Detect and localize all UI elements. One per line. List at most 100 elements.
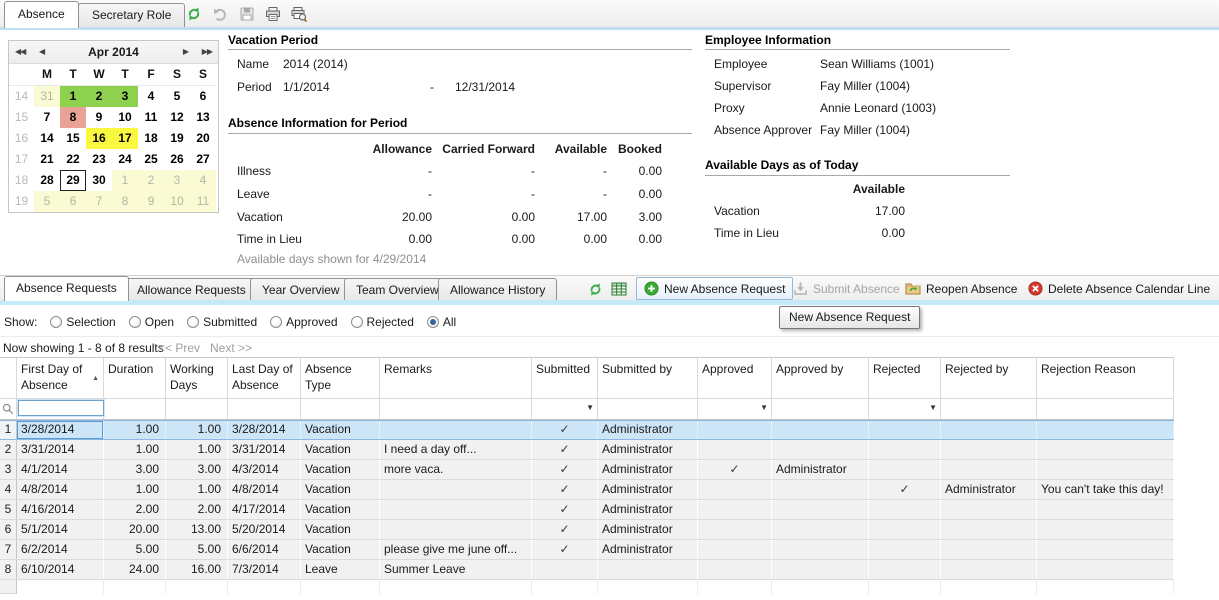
calendar-day[interactable]: 10 <box>112 107 138 128</box>
calendar-day[interactable]: 10 <box>164 191 190 212</box>
radio-rejected[interactable]: Rejected <box>351 315 414 329</box>
print-icon[interactable] <box>264 5 282 23</box>
delete-absence-line-button[interactable]: Delete Absence Calendar Line <box>1028 278 1210 299</box>
table-cell[interactable] <box>1037 421 1174 439</box>
table-cell[interactable]: 3/28/2014 <box>228 421 301 439</box>
row-number[interactable]: 2 <box>0 440 17 459</box>
table-cell[interactable] <box>941 440 1037 459</box>
table-cell[interactable]: 4/3/2014 <box>228 460 301 479</box>
table-cell[interactable] <box>380 520 532 539</box>
table-cell[interactable]: 24.00 <box>104 560 166 579</box>
table-cell[interactable] <box>772 520 869 539</box>
table-cell[interactable]: You can't take this day! <box>1037 480 1174 499</box>
calendar-last-icon[interactable]: ▶▶ <box>198 41 216 63</box>
filter-approved-by-cell[interactable] <box>772 399 869 419</box>
calendar-day[interactable]: 2 <box>86 86 112 107</box>
reopen-absence-button[interactable]: Reopen Absence <box>905 278 1017 299</box>
table-cell[interactable]: 20.00 <box>104 520 166 539</box>
column-header-rejected-by[interactable]: Rejected by <box>941 358 1037 398</box>
tab-year-overview[interactable]: Year Overview <box>250 278 352 301</box>
table-cell[interactable] <box>941 540 1037 559</box>
table-cell[interactable] <box>772 500 869 519</box>
calendar-day[interactable]: 7 <box>34 107 60 128</box>
table-row[interactable]: 65/1/201420.0013.005/20/2014Vacation✓Adm… <box>0 520 1174 540</box>
table-cell[interactable] <box>698 520 772 539</box>
table-cell[interactable]: Administrator <box>941 480 1037 499</box>
calendar-day[interactable]: 4 <box>190 170 216 191</box>
calendar-next-icon[interactable]: ▶ <box>179 41 192 63</box>
calendar-day[interactable]: 7 <box>86 191 112 212</box>
calendar-day[interactable]: 21 <box>34 149 60 170</box>
table-cell[interactable]: 3/28/2014 <box>17 421 104 439</box>
table-cell[interactable] <box>941 500 1037 519</box>
table-cell[interactable]: 3.00 <box>104 460 166 479</box>
table-row[interactable]: 54/16/20142.002.004/17/2014Vacation✓Admi… <box>0 500 1174 520</box>
table-cell[interactable]: Leave <box>301 560 380 579</box>
table-cell[interactable]: ✓ <box>532 500 598 519</box>
table-cell[interactable]: I need a day off... <box>380 440 532 459</box>
radio-open[interactable]: Open <box>129 315 174 329</box>
table-cell[interactable]: 3.00 <box>166 460 228 479</box>
table-cell[interactable]: 6/6/2014 <box>228 540 301 559</box>
table-cell[interactable] <box>598 560 698 579</box>
row-number[interactable]: 5 <box>0 500 17 519</box>
table-cell[interactable]: 3/31/2014 <box>228 440 301 459</box>
table-cell[interactable]: more vaca. <box>380 460 532 479</box>
filter-rejected-cell[interactable]: ▼ <box>869 399 941 419</box>
table-cell[interactable]: 4/8/2014 <box>228 480 301 499</box>
calendar-day[interactable]: 28 <box>34 170 60 191</box>
filter-submitted-cell[interactable]: ▼ <box>532 399 598 419</box>
table-cell[interactable] <box>698 560 772 579</box>
table-cell[interactable]: 13.00 <box>166 520 228 539</box>
column-header-submitted-by[interactable]: Submitted by <box>598 358 698 398</box>
calendar-day[interactable]: 9 <box>138 191 164 212</box>
calendar-day[interactable]: 15 <box>60 128 86 149</box>
table-row[interactable]: 76/2/20145.005.006/6/2014Vacationplease … <box>0 540 1174 560</box>
calendar-day[interactable]: 6 <box>190 86 216 107</box>
filter-rejected-by-cell[interactable] <box>941 399 1037 419</box>
column-header-working-days[interactable]: Working Days <box>166 358 228 398</box>
table-cell[interactable]: Administrator <box>598 520 698 539</box>
filter-submitted-by-cell[interactable] <box>598 399 698 419</box>
table-cell[interactable] <box>869 421 941 439</box>
calendar-day[interactable]: 1 <box>60 86 86 107</box>
table-cell[interactable] <box>869 500 941 519</box>
new-absence-request-button[interactable]: New Absence Request <box>636 277 793 300</box>
table-cell[interactable]: please give me june off... <box>380 540 532 559</box>
filter-last-day-cell[interactable] <box>228 399 301 419</box>
radio-selection[interactable]: Selection <box>50 315 115 329</box>
calendar-day[interactable]: 11 <box>190 191 216 212</box>
table-cell[interactable] <box>869 520 941 539</box>
calendar-day[interactable]: 3 <box>164 170 190 191</box>
table-cell[interactable] <box>941 520 1037 539</box>
table-cell[interactable]: 2.00 <box>104 500 166 519</box>
table-cell[interactable] <box>941 421 1037 439</box>
table-cell[interactable] <box>1037 440 1174 459</box>
column-header-rownum[interactable] <box>0 358 17 398</box>
table-cell[interactable] <box>698 421 772 439</box>
table-cell[interactable] <box>698 480 772 499</box>
filter-search-cell[interactable] <box>0 399 17 419</box>
radio-approved[interactable]: Approved <box>270 315 337 329</box>
column-header-absence-type[interactable]: Absence Type <box>301 358 380 398</box>
calendar-day[interactable]: 24 <box>112 149 138 170</box>
column-header-approved[interactable]: Approved <box>698 358 772 398</box>
row-number[interactable]: 3 <box>0 460 17 479</box>
calendar-day[interactable]: 22 <box>60 149 86 170</box>
refresh-icon[interactable] <box>185 5 203 23</box>
table-cell[interactable]: 5.00 <box>166 540 228 559</box>
table-cell[interactable]: 1.00 <box>104 440 166 459</box>
table-cell[interactable]: 4/8/2014 <box>17 480 104 499</box>
table-cell[interactable]: ✓ <box>698 460 772 479</box>
table-cell[interactable]: ✓ <box>532 460 598 479</box>
table-cell[interactable] <box>1037 560 1174 579</box>
table-cell[interactable] <box>698 540 772 559</box>
radio-submitted[interactable]: Submitted <box>187 315 257 329</box>
calendar-day[interactable]: 9 <box>86 107 112 128</box>
table-row[interactable]: 86/10/201424.0016.007/3/2014LeaveSummer … <box>0 560 1174 580</box>
undo-icon[interactable] <box>211 5 229 23</box>
tab-absence[interactable]: Absence <box>4 1 79 28</box>
column-header-submitted[interactable]: Submitted <box>532 358 598 398</box>
column-header-rejection-reason[interactable]: Rejection Reason <box>1037 358 1174 398</box>
calendar-day[interactable]: 5 <box>164 86 190 107</box>
